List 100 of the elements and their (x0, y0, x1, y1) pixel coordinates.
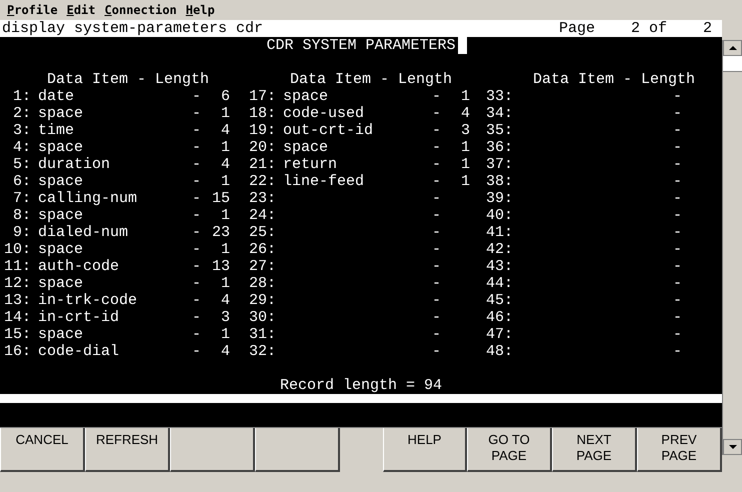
item-length: 4 (220, 343, 230, 360)
item-number: 38: (484, 173, 513, 190)
dash-separator: - (672, 292, 682, 309)
item-length: 13 (210, 258, 230, 275)
dash-separator: - (192, 88, 201, 105)
item-number: 45: (484, 292, 513, 309)
item-number: 5: (12, 156, 31, 173)
dash-separator: - (432, 343, 441, 360)
dash-separator: - (432, 105, 441, 122)
function-button[interactable]: REFRESH (85, 428, 170, 472)
dash-separator: - (192, 224, 201, 241)
item-number: 35: (484, 122, 513, 139)
menu-item[interactable]: Profile (7, 1, 58, 19)
scrollbar[interactable] (722, 40, 742, 455)
blank-button[interactable] (255, 428, 340, 472)
item-number: 25: (248, 224, 276, 241)
item-number: 13: (2, 292, 31, 309)
item-name: return (283, 156, 338, 173)
dash-separator: - (192, 309, 201, 326)
item-name: space (38, 173, 84, 190)
item-name: code-dial (38, 343, 120, 360)
item-length: 1 (460, 173, 470, 190)
dash-separator: - (192, 105, 201, 122)
item-number: 44: (484, 275, 513, 292)
item-number: 8: (12, 207, 31, 224)
function-button[interactable]: CANCEL (0, 428, 85, 472)
item-length: 3 (220, 309, 230, 326)
item-name: space (283, 88, 328, 105)
item-length: 1 (220, 139, 230, 156)
blank-button[interactable] (170, 428, 255, 472)
item-name: space (38, 139, 84, 156)
item-name: space (38, 207, 84, 224)
menu-item[interactable]: Help (186, 1, 215, 19)
item-name: out-crt-id (283, 122, 374, 139)
item-number: 22: (248, 173, 276, 190)
item-number: 33: (484, 88, 513, 105)
item-number: 18: (248, 105, 276, 122)
scroll-up-button[interactable] (723, 40, 742, 56)
item-number: 30: (248, 309, 276, 326)
command-line: display system-parameters cdr (2, 20, 264, 37)
function-button[interactable]: HELP (383, 428, 467, 472)
function-button[interactable]: GO TO PAGE (467, 428, 552, 472)
item-number: 41: (484, 224, 513, 241)
item-length: 1 (220, 105, 230, 122)
down-arrow-icon (728, 445, 736, 449)
item-length: 15 (210, 190, 230, 207)
item-length: 1 (220, 207, 230, 224)
item-number: 26: (248, 241, 276, 258)
dash-separator: - (672, 258, 682, 275)
page-indicator: Page 2 of 2 (558, 20, 713, 37)
item-number: 31: (248, 326, 276, 343)
dash-separator: - (192, 343, 201, 360)
dash-separator: - (432, 292, 441, 309)
function-button[interactable]: PREV PAGE (637, 428, 722, 472)
scroll-down-button[interactable] (723, 439, 742, 455)
function-button[interactable]: NEXT PAGE (552, 428, 637, 472)
item-number: 17: (248, 88, 276, 105)
dash-separator: - (672, 190, 682, 207)
dash-separator: - (432, 207, 441, 224)
item-length: 4 (460, 105, 470, 122)
item-length: 23 (210, 224, 230, 241)
item-number: 34: (484, 105, 513, 122)
item-length: 1 (220, 241, 230, 258)
dash-separator: - (432, 275, 441, 292)
item-length: 1 (220, 173, 230, 190)
item-number: 29: (248, 292, 276, 309)
item-length: 4 (220, 292, 230, 309)
dash-separator: - (672, 326, 682, 343)
scroll-thumb[interactable] (723, 56, 742, 72)
dash-separator: - (672, 207, 682, 224)
item-name: space (38, 105, 84, 122)
item-number: 32: (248, 343, 276, 360)
dash-separator: - (672, 343, 682, 360)
menu-item[interactable]: Edit (66, 1, 96, 19)
item-length: 1 (460, 139, 470, 156)
item-length: 4 (220, 156, 230, 173)
item-length: 1 (220, 275, 230, 292)
item-name: auth-code (38, 258, 120, 275)
input-field[interactable] (0, 394, 722, 404)
item-number: 19: (248, 122, 276, 139)
menu-item[interactable]: Connection (104, 1, 177, 19)
item-number: 40: (484, 207, 513, 224)
dash-separator: - (672, 224, 682, 241)
dash-separator: - (192, 326, 201, 343)
item-length: 1 (220, 326, 230, 343)
dash-separator: - (192, 122, 201, 139)
dash-separator: - (672, 139, 682, 156)
item-number: 4: (12, 139, 31, 156)
item-name: in-crt-id (38, 309, 120, 326)
item-number: 36: (484, 139, 513, 156)
item-number: 42: (484, 241, 513, 258)
item-name: line-feed (283, 173, 364, 190)
item-number: 21: (248, 156, 276, 173)
dash-separator: - (432, 139, 441, 156)
item-length: 1 (460, 88, 470, 105)
item-name: space (38, 275, 84, 292)
item-length: 1 (460, 156, 470, 173)
item-name: calling-num (38, 190, 138, 207)
dash-separator: - (192, 275, 201, 292)
item-name: space (38, 241, 84, 258)
